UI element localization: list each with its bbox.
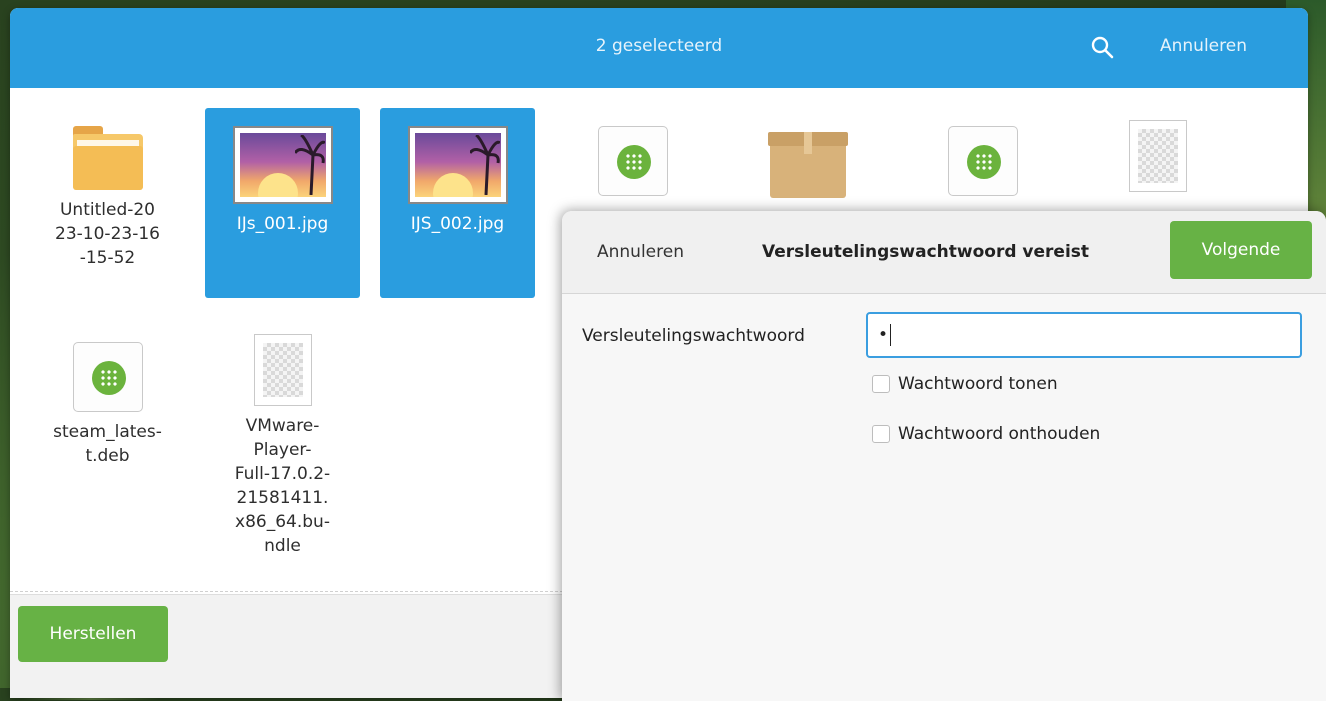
file-label: IJs_001.jpg (236, 214, 329, 234)
deb-package-icon (597, 126, 668, 196)
password-value: • (878, 325, 889, 345)
encryption-password-dialog: Annuleren Versleutelingswachtwoord verei… (562, 211, 1326, 701)
archive-icon (767, 132, 848, 198)
dialog-cancel-button[interactable]: Annuleren (597, 242, 684, 262)
file-item-archive[interactable] (730, 108, 885, 228)
file-label: Untitled-20 23-10-23-16 -15-52 (55, 200, 160, 268)
show-password-checkbox[interactable] (872, 375, 890, 393)
file-item-deb-2[interactable] (905, 108, 1060, 228)
password-field[interactable]: • (866, 312, 1302, 358)
remember-password-checkbox[interactable] (872, 425, 890, 443)
file-label: VMware- Player- Full-17.0.2- 21581411. x… (234, 416, 331, 556)
header-cancel-button[interactable]: Annuleren (1160, 36, 1247, 56)
deb-package-icon (947, 126, 1018, 196)
file-item-vmware[interactable]: VMware- Player- Full-17.0.2- 21581411. x… (205, 314, 360, 584)
password-label: Versleutelingswachtwoord (582, 326, 805, 346)
blank-file-icon (1128, 120, 1187, 192)
image-icon (407, 126, 508, 204)
show-password-label: Wachtwoord tonen (898, 374, 1058, 394)
next-button[interactable]: Volgende (1170, 221, 1312, 279)
remember-password-option[interactable]: Wachtwoord onthouden (872, 424, 1100, 444)
file-item-blank-1[interactable] (1080, 108, 1235, 228)
search-icon[interactable] (1090, 35, 1114, 59)
dialog-title: Versleutelingswachtwoord vereist (762, 242, 1090, 262)
deb-package-icon (72, 342, 143, 412)
image-icon (232, 126, 333, 204)
file-item-ijs-002[interactable]: IJS_002.jpg (380, 108, 535, 298)
file-item-steam[interactable]: steam_lates- t.deb (30, 314, 185, 474)
file-item-folder[interactable]: Untitled-20 23-10-23-16 -15-52 (30, 108, 185, 298)
header-bar: 2 geselecteerd Annuleren (10, 8, 1308, 88)
restore-button[interactable]: Herstellen (18, 606, 168, 662)
file-item-ijs-001[interactable]: IJs_001.jpg (205, 108, 360, 298)
file-label: steam_lates- t.deb (53, 422, 162, 466)
dialog-header: Annuleren Versleutelingswachtwoord verei… (562, 211, 1326, 294)
folder-icon (72, 126, 143, 190)
show-password-option[interactable]: Wachtwoord tonen (872, 374, 1058, 394)
file-item-deb-1[interactable] (555, 108, 710, 228)
text-caret (890, 324, 892, 346)
file-label: IJS_002.jpg (410, 214, 505, 234)
blank-file-icon (253, 334, 312, 406)
remember-password-label: Wachtwoord onthouden (898, 424, 1101, 444)
